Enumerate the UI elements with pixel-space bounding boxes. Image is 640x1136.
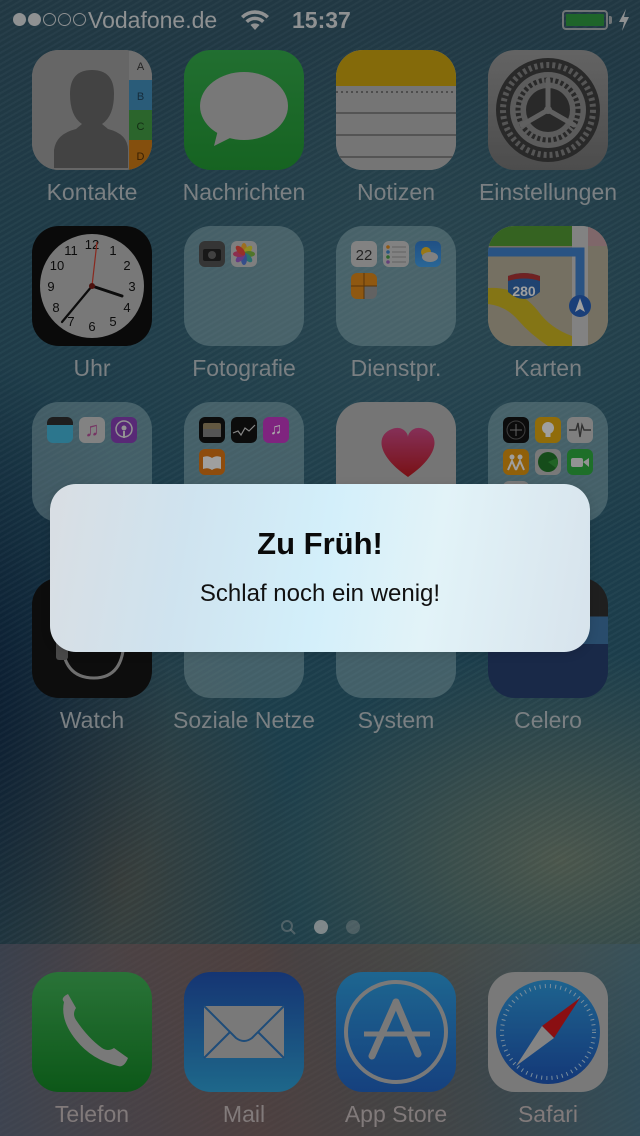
app-label: Fotografie [192, 355, 296, 381]
signal-strength-icon [13, 13, 86, 26]
calendar-icon: 22 [351, 241, 377, 267]
photos-icon [231, 241, 257, 267]
page-dot[interactable] [346, 920, 360, 934]
weather-icon [415, 241, 441, 267]
reminders-icon [383, 241, 409, 267]
svg-text:280: 280 [512, 283, 536, 299]
ibooks-icon [199, 449, 225, 475]
app-store-icon [336, 972, 456, 1092]
battery-icon [562, 10, 608, 30]
alert-message: Schlaf noch ein wenig! [199, 580, 441, 607]
svg-text:4: 4 [123, 300, 130, 315]
svg-text:7: 7 [67, 314, 74, 329]
videos-icon [47, 417, 73, 443]
dock-app-telefon[interactable]: Telefon [16, 972, 168, 1128]
dock-app-safari[interactable]: Safari [472, 972, 624, 1128]
app-label: Nachrichten [182, 179, 306, 205]
folder-dienstprogramme[interactable]: 22 Dienstpr. [320, 226, 472, 382]
svg-text:5: 5 [109, 314, 116, 329]
settings-gear-icon [488, 50, 608, 170]
page-indicator[interactable] [0, 920, 640, 935]
svg-text:D: D [137, 151, 145, 163]
folder-icon [184, 226, 304, 346]
app-label: Celero [514, 707, 582, 733]
svg-text:2: 2 [123, 258, 130, 273]
find-iphone-icon [535, 449, 561, 475]
svg-text:C: C [137, 121, 145, 133]
svg-text:B: B [137, 91, 144, 103]
itunes-store-icon: ♫ [263, 417, 289, 443]
safari-compass-icon [488, 972, 608, 1092]
facetime-icon [567, 449, 593, 475]
app-label: App Store [344, 1101, 448, 1127]
app-label: System [357, 707, 435, 733]
podcasts-icon [111, 417, 137, 443]
dock: Telefon Mail App Store Safari [0, 944, 640, 1136]
mail-icon [184, 972, 304, 1092]
folder-icon: 22 [336, 226, 456, 346]
dock-app-mail[interactable]: Mail [168, 972, 320, 1128]
app-label: Safari [517, 1101, 579, 1127]
app-karten[interactable]: 280 Karten [472, 226, 624, 382]
camera-icon [199, 241, 225, 267]
tips-icon [535, 417, 561, 443]
voice-memos-icon [567, 417, 593, 443]
calculator-icon [351, 273, 377, 299]
messages-icon [184, 50, 304, 170]
app-label: Soziale Netze [173, 707, 315, 733]
wifi-icon [241, 10, 269, 30]
app-notizen[interactable]: Notizen [320, 50, 472, 206]
status-bar: Vodafone.de 15:37 [0, 0, 640, 40]
app-label: Notizen [357, 179, 435, 205]
app-uhr[interactable]: 12 1 2 345 678 9 10 11 Uhr [16, 226, 168, 382]
app-kontakte[interactable]: A B C D Kontakte [16, 50, 168, 206]
svg-text:A: A [137, 61, 145, 73]
svg-text:9: 9 [47, 279, 54, 294]
svg-text:8: 8 [52, 300, 59, 315]
stocks-icon [231, 417, 257, 443]
app-nachrichten[interactable]: Nachrichten [168, 50, 320, 206]
notes-icon [336, 50, 456, 170]
app-label: Telefon [54, 1101, 130, 1127]
alert-dialog[interactable]: Zu Früh! Schlaf noch ein wenig! [50, 484, 590, 652]
find-friends-icon [503, 449, 529, 475]
app-label: Kontakte [46, 179, 138, 205]
status-time: 15:37 [292, 7, 351, 33]
app-label: Karten [514, 355, 582, 381]
phone-icon [32, 972, 152, 1092]
wallet-icon [199, 417, 225, 443]
music-icon: ♫ [79, 417, 105, 443]
maps-icon: 280 [488, 226, 608, 346]
clock-icon: 12 1 2 345 678 9 10 11 [32, 226, 152, 346]
app-einstellungen[interactable]: Einstellungen [472, 50, 624, 206]
alert-title: Zu Früh! [257, 526, 383, 561]
svg-text:1: 1 [109, 243, 116, 258]
charging-bolt-icon [619, 9, 629, 31]
page-dot-current[interactable] [314, 920, 328, 934]
carrier-name: Vodafone.de [88, 7, 218, 33]
app-label: Dienstpr. [350, 355, 442, 381]
svg-text:6: 6 [88, 319, 95, 334]
spotlight-search-icon[interactable] [280, 919, 296, 935]
svg-text:3: 3 [128, 279, 135, 294]
dock-app-app-store[interactable]: App Store [320, 972, 472, 1128]
compass-icon [503, 417, 529, 443]
folder-fotografie[interactable]: Fotografie [168, 226, 320, 382]
svg-text:11: 11 [64, 243, 78, 258]
app-label: Einstellungen [478, 179, 618, 205]
app-label: Uhr [73, 355, 111, 381]
contacts-icon: A B C D [32, 50, 152, 170]
svg-text:10: 10 [50, 258, 64, 273]
app-label: Watch [59, 707, 125, 733]
app-label: Mail [222, 1101, 266, 1127]
